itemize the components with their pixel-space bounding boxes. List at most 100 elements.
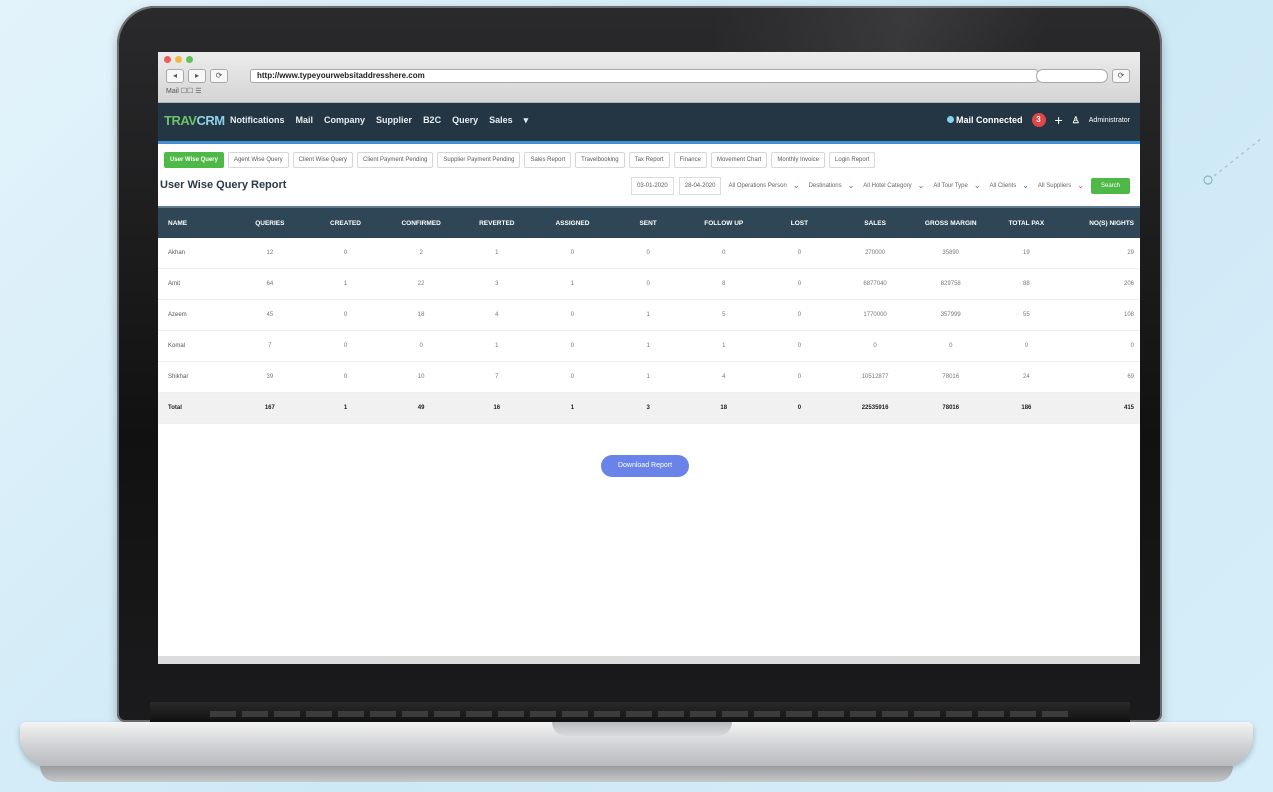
column-header[interactable]: CONFIRMED bbox=[383, 206, 459, 238]
browser-action-button[interactable]: ⟳ bbox=[1112, 69, 1130, 83]
cell-reverted: 4 bbox=[458, 299, 535, 331]
clients-select[interactable]: All Clients ⌄ bbox=[988, 178, 1031, 194]
column-header[interactable]: SALES bbox=[837, 206, 913, 238]
menu-mail[interactable]: Mail bbox=[296, 115, 314, 126]
table-row: Shikhar 39 0 10 7 0 1 4 0 10512877 78016… bbox=[158, 361, 1140, 393]
close-window-button[interactable] bbox=[164, 56, 171, 63]
column-header[interactable]: FOLLOW UP bbox=[685, 206, 762, 238]
menu-notifications[interactable]: Notifications bbox=[230, 115, 285, 126]
column-header[interactable]: CREATED bbox=[307, 206, 384, 238]
tab-agent-wise-query[interactable]: Agent Wise Query bbox=[227, 152, 289, 168]
cell-assigned: 0 bbox=[534, 299, 611, 331]
table-row: Komal 7 0 0 1 0 1 1 0 0 0 0 0 bbox=[158, 330, 1140, 362]
hotel-category-select[interactable]: All Hotel Category ⌄ bbox=[861, 178, 926, 194]
column-header[interactable]: GROSS MARGIN bbox=[912, 206, 989, 238]
cell-nights: 206 bbox=[1064, 268, 1140, 300]
column-header[interactable]: TOTAL PAX bbox=[988, 206, 1065, 238]
filters: 03-01-2020 28-04-2020 All Operations Per… bbox=[631, 177, 1130, 195]
column-header[interactable]: NAME bbox=[158, 206, 232, 238]
cell-reverted: 7 bbox=[458, 361, 535, 393]
tab-monthly-invoice[interactable]: Monthly Invoice bbox=[771, 152, 826, 168]
notification-badge[interactable]: 3 bbox=[1031, 113, 1046, 127]
search-button[interactable]: Search bbox=[1090, 178, 1130, 194]
tab-client-payment-pending[interactable]: Client Payment Pending bbox=[357, 152, 434, 168]
select-value: Destinations bbox=[808, 183, 842, 189]
user-icon[interactable]: ♙ bbox=[1072, 115, 1080, 126]
decorative-dots bbox=[1203, 137, 1263, 185]
cell-confirmed: 0 bbox=[383, 330, 459, 362]
start-date-field[interactable]: 03-01-2020 bbox=[631, 177, 674, 195]
column-header[interactable]: QUERIES bbox=[232, 206, 308, 238]
cell-assigned: 0 bbox=[534, 238, 611, 269]
menu-b2c[interactable]: B2C bbox=[423, 115, 441, 126]
report-tabs: User Wise Query Agent Wise Query Client … bbox=[158, 144, 1140, 168]
tab-supplier-payment-pending[interactable]: Supplier Payment Pending bbox=[437, 152, 521, 168]
reload-button[interactable]: ⟳ bbox=[210, 69, 228, 83]
tour-type-select[interactable]: All Tour Type ⌄ bbox=[931, 178, 982, 194]
table-row: Azeem 45 0 18 4 0 1 5 0 1770000 357999 5… bbox=[158, 299, 1140, 331]
tab-tax-report[interactable]: Tax Report bbox=[628, 152, 670, 168]
cell-sent: 1 bbox=[610, 361, 686, 393]
back-button[interactable]: ◂ bbox=[166, 69, 184, 83]
tab-user-wise-query[interactable]: User Wise Query bbox=[164, 152, 224, 168]
cell-confirmed: 22 bbox=[383, 268, 459, 300]
chevron-down-icon[interactable]: ▾ bbox=[524, 115, 529, 126]
destinations-select[interactable]: Destinations ⌄ bbox=[807, 178, 857, 194]
end-date-field[interactable]: 28-04-2020 bbox=[678, 177, 722, 195]
minimize-window-button[interactable] bbox=[175, 56, 182, 63]
maximize-window-button[interactable] bbox=[186, 56, 193, 63]
cell-follow-up: 5 bbox=[685, 299, 762, 331]
menu-query[interactable]: Query bbox=[452, 115, 478, 126]
menu-sales[interactable]: Sales bbox=[489, 115, 513, 126]
cell-lost: 0 bbox=[761, 268, 838, 300]
tab-finance[interactable]: Finance bbox=[673, 152, 707, 168]
browser-search-input[interactable] bbox=[1036, 69, 1108, 83]
cell-nights: 69 bbox=[1064, 361, 1140, 393]
column-header[interactable]: REVERTED bbox=[458, 206, 535, 238]
total-assigned: 1 bbox=[534, 392, 611, 424]
operations-person-select[interactable]: All Operations Person ⌄ bbox=[726, 178, 801, 194]
cell-lost: 0 bbox=[761, 361, 838, 393]
cell-sent: 1 bbox=[610, 330, 686, 362]
column-header[interactable]: ASSIGNED bbox=[534, 206, 611, 238]
tab-movement-chart[interactable]: Movement Chart bbox=[710, 152, 768, 168]
cell-created: 0 bbox=[307, 238, 384, 269]
cell-created: 1 bbox=[307, 268, 384, 300]
cell-queries: 12 bbox=[232, 238, 308, 269]
user-name[interactable]: Administrator bbox=[1089, 117, 1130, 124]
app-logo[interactable]: TRAVCRM bbox=[164, 113, 225, 128]
suppliers-select[interactable]: All Suppliers ⌄ bbox=[1036, 178, 1086, 194]
add-icon[interactable]: + bbox=[1055, 112, 1063, 128]
filter-row: User Wise Query Report 03-01-2020 28-04-… bbox=[158, 174, 1140, 198]
total-sent: 3 bbox=[610, 392, 686, 424]
total-created: 1 bbox=[307, 392, 384, 424]
cell-sales: 270000 bbox=[837, 238, 913, 269]
total-reverted: 16 bbox=[458, 392, 535, 424]
tab-travelbooking[interactable]: Travelbooking bbox=[575, 152, 625, 168]
mail-status[interactable]: Mail Connected bbox=[946, 115, 1023, 125]
download-report-button[interactable]: Download Report bbox=[601, 455, 689, 477]
cell-gross-margin: 829758 bbox=[912, 268, 989, 300]
column-header[interactable]: LOST bbox=[761, 206, 838, 238]
url-bar[interactable]: http://www.typeyourwebsitaddresshere.com bbox=[250, 69, 1038, 83]
cell-confirmed: 10 bbox=[383, 361, 459, 393]
total-nights: 415 bbox=[1064, 392, 1140, 424]
column-header[interactable]: NO(S) NIGHTS bbox=[1064, 206, 1140, 238]
tab-client-wise-query[interactable]: Client Wise Query bbox=[292, 152, 354, 168]
tab-login-report[interactable]: Login Report bbox=[829, 152, 876, 168]
tab-sales-report[interactable]: Sales Report bbox=[524, 152, 572, 168]
cell-name: Shikhar bbox=[158, 361, 232, 393]
cell-created: 0 bbox=[307, 361, 384, 393]
total-confirmed: 49 bbox=[383, 392, 459, 424]
cell-created: 0 bbox=[307, 299, 384, 331]
menu-supplier[interactable]: Supplier bbox=[376, 115, 412, 126]
total-follow-up: 18 bbox=[685, 392, 762, 424]
forward-button[interactable]: ▸ bbox=[188, 69, 206, 83]
column-header[interactable]: SENT bbox=[610, 206, 686, 238]
total-sales: 22535916 bbox=[837, 392, 913, 424]
cell-nights: 0 bbox=[1064, 330, 1140, 362]
select-value: All Hotel Category bbox=[863, 183, 912, 189]
menu-company[interactable]: Company bbox=[324, 115, 365, 126]
chevron-down-icon: ⌄ bbox=[1077, 181, 1084, 190]
logo-prefix: TRAV bbox=[164, 113, 197, 128]
